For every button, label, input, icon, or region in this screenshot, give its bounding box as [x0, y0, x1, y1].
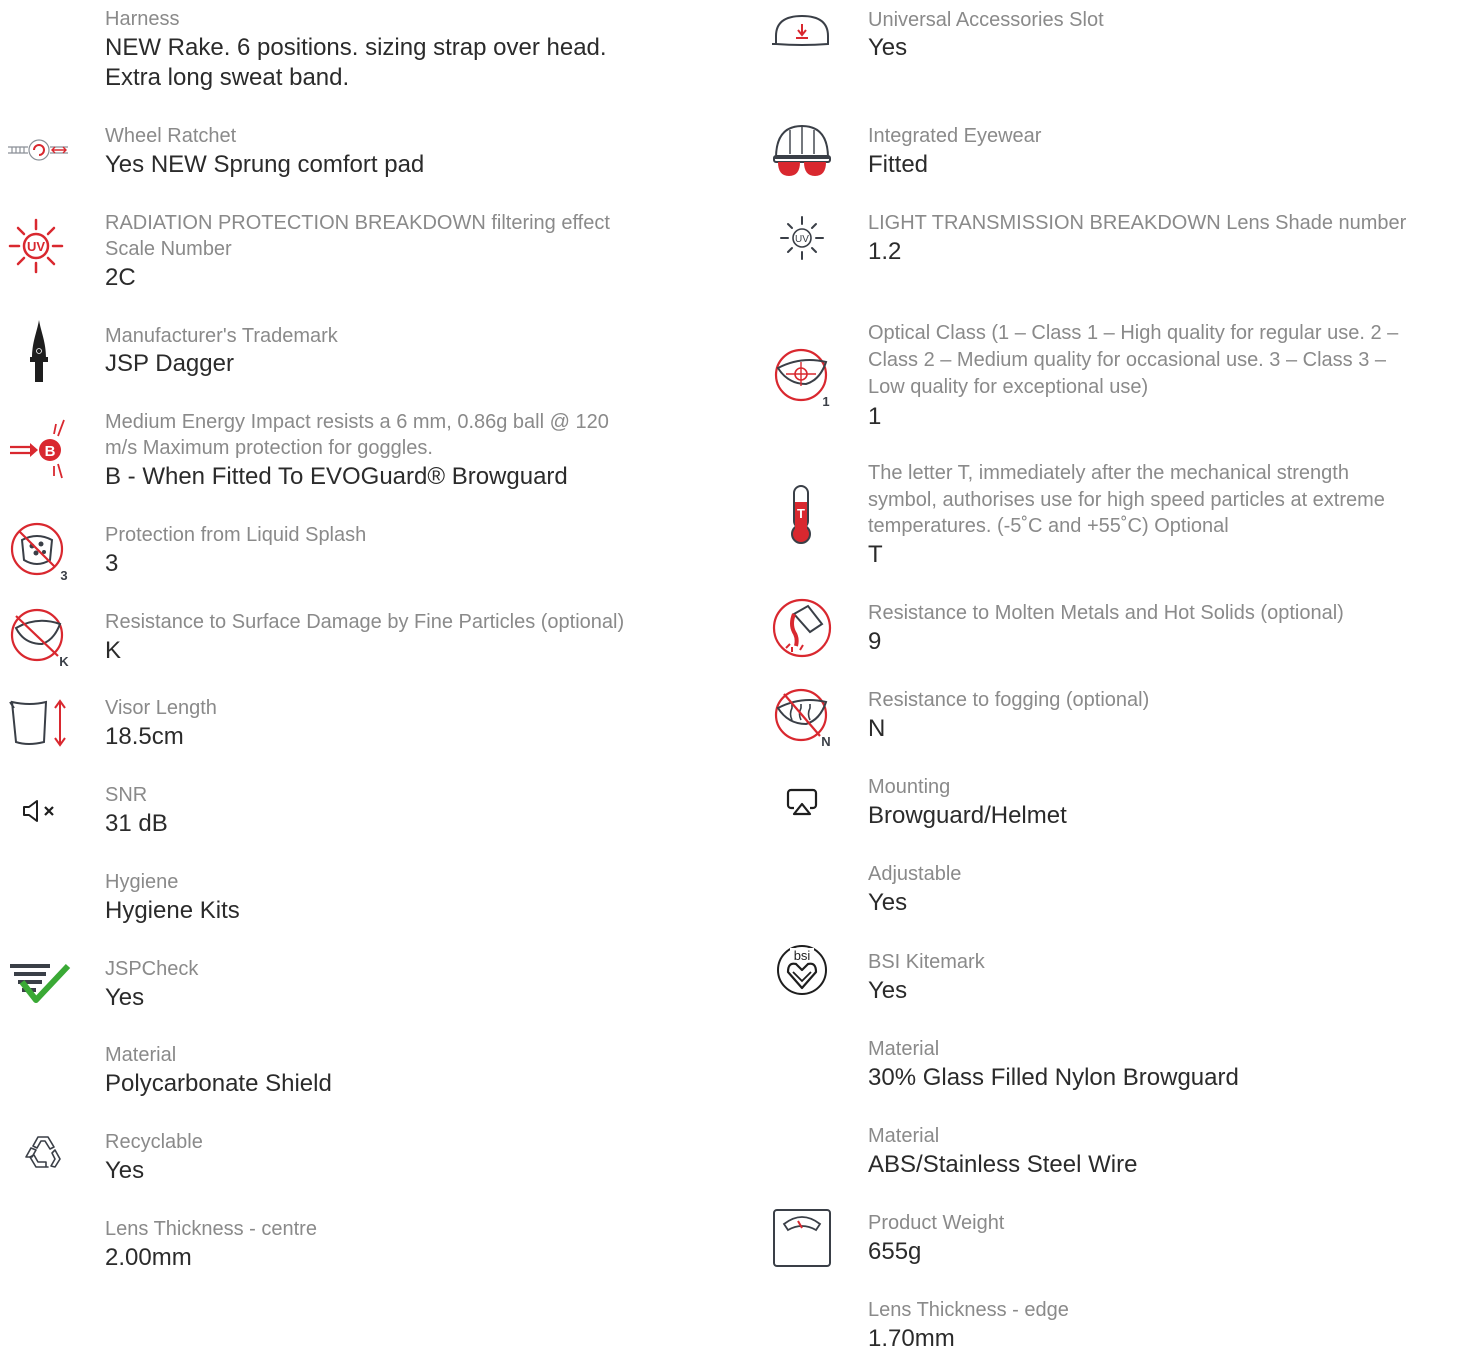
- spec-label-line-2: m/s Maximum protection for goggles.: [105, 437, 433, 459]
- spec-label: Lens Thickness - centre: [105, 1218, 317, 1240]
- spec-value: 30% Glass Filled Nylon Browguard: [868, 1064, 1239, 1091]
- spec-value: Yes: [105, 984, 145, 1011]
- liquid-splash-icon: 3: [10, 522, 68, 583]
- weighing-scale-icon: [773, 1209, 831, 1267]
- spec-label: Resistance to fogging (optional): [868, 689, 1150, 711]
- spec-value: 3: [105, 550, 119, 577]
- spec-label: Protection from Liquid Splash: [105, 524, 367, 546]
- svg-text:B: B: [45, 443, 56, 460]
- spec-value: Yes: [868, 889, 908, 916]
- spec-label: BSI Kitemark: [868, 951, 985, 973]
- svg-text:T: T: [797, 506, 805, 521]
- surface-damage-icon: K: [10, 608, 69, 669]
- spec-label: JSPCheck: [105, 958, 199, 980]
- spec-value: Polycarbonate Shield: [105, 1070, 332, 1097]
- svg-text:1: 1: [822, 394, 829, 409]
- spec-label-line-2: Scale Number: [105, 238, 232, 260]
- spec-label: Hygiene: [105, 871, 179, 893]
- integrated-eyewear-icon: [773, 124, 831, 176]
- spec-label: Recyclable: [105, 1131, 203, 1153]
- spec-value: JSP Dagger: [105, 350, 234, 377]
- spec-value-line-1: NEW Rake. 6 positions. sizing strap over…: [105, 34, 607, 61]
- spec-value: Yes NEW Sprung comfort pad: [105, 151, 425, 178]
- spec-label: Product Weight: [868, 1212, 1005, 1234]
- svg-text:N: N: [821, 734, 830, 749]
- spec-value: Browguard/Helmet: [868, 802, 1067, 829]
- svg-text:K: K: [59, 654, 69, 669]
- spec-value: Yes: [868, 34, 908, 61]
- spec-label: Resistance to Molten Metals and Hot Soli…: [868, 602, 1344, 624]
- spec-label-line-2: Class 2 – Medium quality for occasional …: [868, 349, 1387, 371]
- spec-label: Resistance to Surface Damage by Fine Par…: [105, 611, 625, 633]
- spec-value: 655g: [868, 1238, 922, 1265]
- spec-value: 1: [868, 403, 882, 430]
- spec-value: N: [868, 715, 886, 742]
- spec-value: Yes: [868, 977, 908, 1004]
- svg-text:3: 3: [60, 568, 67, 583]
- optical-class-icon: 1: [774, 348, 830, 409]
- mounting-icon: [786, 788, 818, 816]
- spec-value: Yes: [105, 1157, 145, 1184]
- spec-label: Wheel Ratchet: [105, 125, 237, 147]
- spec-value: 31 dB: [105, 810, 168, 837]
- spec-value: ABS/Stainless Steel Wire: [868, 1151, 1138, 1178]
- spec-label: Material: [105, 1044, 177, 1066]
- spec-value-line-2: Extra long sweat band.: [105, 64, 350, 91]
- uv-radiation-icon: UV: [8, 218, 64, 274]
- bsi-kitemark-icon: bsi: [777, 945, 827, 995]
- spec-label: Adjustable: [868, 863, 962, 885]
- spec-label: Harness: [105, 8, 180, 30]
- spec-label-line-3: Low quality for exceptional use): [868, 376, 1149, 398]
- spec-value: 2C: [105, 264, 136, 291]
- spec-label-line-1: Medium Energy Impact resists a 6 mm, 0.8…: [105, 411, 609, 433]
- visor-length-icon: [9, 699, 66, 747]
- spec-label: Universal Accessories Slot: [868, 9, 1104, 31]
- spec-value: K: [105, 637, 122, 664]
- spec-value: 18.5cm: [105, 723, 184, 750]
- spec-label-line-1: RADIATION PROTECTION BREAKDOWN filtering…: [105, 212, 610, 234]
- spec-label-line-1: Optical Class (1 – Class 1 – High qualit…: [868, 322, 1399, 344]
- speaker-mute-icon: [23, 800, 54, 822]
- dagger-trademark-icon: [30, 320, 48, 382]
- spec-label: Visor Length: [105, 697, 217, 719]
- molten-metal-icon: [772, 598, 832, 658]
- accessory-slot-icon: [772, 14, 829, 46]
- spec-value: T: [868, 541, 883, 568]
- jspcheck-icon: [10, 963, 71, 1003]
- spec-label: Material: [868, 1125, 940, 1147]
- uv-light-icon: UV: [780, 216, 824, 260]
- wheel-ratchet-icon: [8, 139, 68, 161]
- spec-label-line-2: symbol, authorises use for high speed pa…: [868, 489, 1385, 511]
- spec-value: B - When Fitted To EVOGuard® Browguard: [105, 463, 568, 490]
- spec-label: Material: [868, 1038, 940, 1060]
- spec-label: SNR: [105, 784, 148, 806]
- spec-value: 1.70mm: [868, 1325, 955, 1352]
- anti-fog-icon: N: [774, 688, 831, 749]
- impact-b-icon: B: [10, 419, 65, 479]
- spec-label: LIGHT TRANSMISSION BREAKDOWN Lens Shade …: [868, 212, 1407, 234]
- svg-text:UV: UV: [27, 239, 45, 254]
- spec-label: Integrated Eyewear: [868, 125, 1042, 147]
- spec-label-line-3: temperatures. (-5˚C and +55˚C) Optional: [868, 515, 1229, 537]
- spec-value: 2.00mm: [105, 1244, 192, 1271]
- spec-value: 1.2: [868, 238, 902, 265]
- spec-label-line-1: The letter T, immediately after the mech…: [868, 462, 1349, 484]
- recycle-icon: [25, 1136, 61, 1168]
- spec-value: 9: [868, 628, 882, 655]
- svg-text:UV: UV: [795, 234, 809, 245]
- spec-label: Manufacturer's Trademark: [105, 325, 338, 347]
- bsi-text: bsi: [794, 948, 811, 963]
- spec-value: Fitted: [868, 151, 929, 178]
- spec-label: Mounting: [868, 776, 951, 798]
- spec-value: Hygiene Kits: [105, 897, 240, 924]
- thermometer-t-icon: T: [791, 485, 811, 544]
- spec-label: Lens Thickness - edge: [868, 1299, 1069, 1321]
